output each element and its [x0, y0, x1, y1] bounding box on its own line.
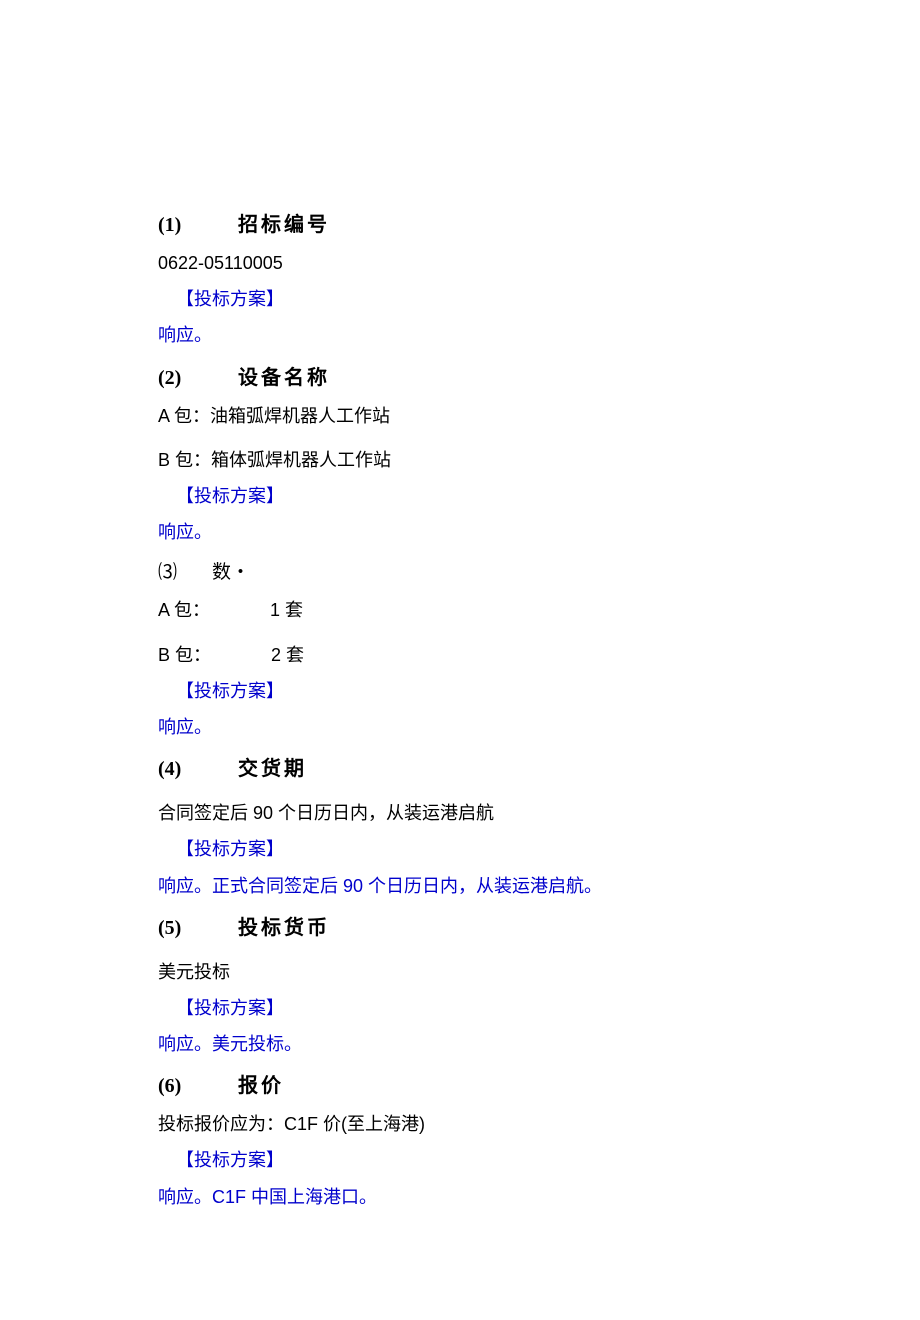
- section-5-title: 投标货币: [238, 917, 330, 939]
- section-3-b-value: 2 套: [271, 645, 304, 665]
- section-1-num: (1): [158, 206, 233, 244]
- section-5-bid-response: 响应。美元投标。: [158, 1027, 762, 1061]
- section-3-a-prefix: A 包：: [158, 600, 210, 620]
- section-4-num: (4): [158, 750, 233, 788]
- section-6-title: 报价: [238, 1075, 284, 1097]
- section-2-content-a: A 包：油箱弧焊机器人工作站: [158, 399, 762, 433]
- section-2-bid-response: 响应。: [158, 515, 762, 549]
- section-3-title: 数・: [212, 562, 250, 583]
- section-3-b-prefix: B 包：: [158, 645, 211, 665]
- section-1-content: 0622-05110005: [158, 246, 762, 280]
- section-6-num: (6): [158, 1067, 233, 1105]
- section-3-content-a: A 包： 1 套: [158, 593, 762, 627]
- section-6-content: 投标报价应为：C1F 价(至上海港): [158, 1107, 762, 1141]
- section-1-header: (1) 招标编号: [158, 206, 762, 244]
- section-5-header: (5) 投标货币: [158, 909, 762, 947]
- section-2-header: (2) 设备名称: [158, 359, 762, 397]
- section-2-title: 设备名称: [238, 367, 330, 389]
- section-4-title: 交货期: [238, 758, 307, 780]
- section-1-bid-label: 【投标方案】: [158, 282, 762, 316]
- section-3-header: ⑶数・: [158, 555, 762, 591]
- section-5-content: 美元投标: [158, 955, 762, 989]
- section-4-bid-label: 【投标方案】: [158, 832, 762, 866]
- section-3-content-b: B 包： 2 套: [158, 638, 762, 672]
- section-4-bid-response: 响应。正式合同签定后 90 个日历日内，从装运港启航。: [158, 869, 762, 903]
- section-2-content-b: B 包：箱体弧焊机器人工作站: [158, 443, 762, 477]
- section-4-header: (4) 交货期: [158, 750, 762, 788]
- section-1-title: 招标编号: [238, 214, 330, 236]
- section-5-num: (5): [158, 909, 233, 947]
- section-6-bid-response: 响应。C1F 中国上海港口。: [158, 1180, 762, 1214]
- section-3-bid-response: 响应。: [158, 710, 762, 744]
- section-4-content: 合同签定后 90 个日历日内，从装运港启航: [158, 796, 762, 830]
- section-6-header: (6) 报价: [158, 1067, 762, 1105]
- section-3-num: ⑶: [158, 555, 212, 591]
- section-6-bid-label: 【投标方案】: [158, 1143, 762, 1177]
- section-1-bid-response: 响应。: [158, 318, 762, 352]
- section-2-bid-label: 【投标方案】: [158, 479, 762, 513]
- section-3-a-value: 1 套: [270, 600, 303, 620]
- section-2-num: (2): [158, 359, 233, 397]
- section-5-bid-label: 【投标方案】: [158, 991, 762, 1025]
- section-3-bid-label: 【投标方案】: [158, 674, 762, 708]
